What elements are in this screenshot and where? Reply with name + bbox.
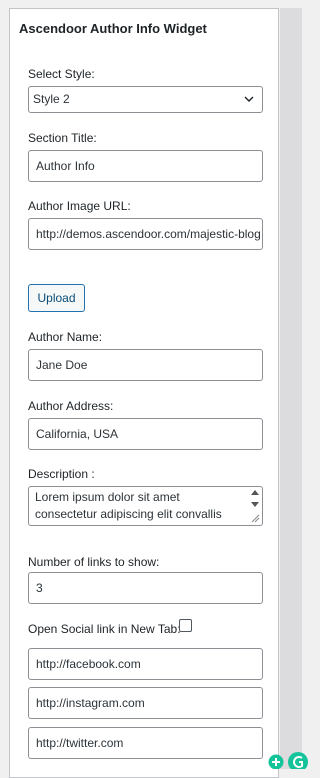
social-link-input[interactable]: http://facebook.com — [28, 648, 263, 680]
style-select-value: Style 2 — [33, 92, 70, 106]
description-label: Description : — [28, 467, 95, 481]
author-address-input[interactable]: California, USA — [28, 418, 263, 450]
style-select[interactable]: Style 2 — [28, 86, 263, 113]
social-link-input[interactable]: http://twitter.com — [28, 727, 263, 759]
links-count-label: Number of links to show: — [28, 555, 160, 569]
page-scrollbar[interactable] — [280, 8, 302, 769]
plus-circle-icon[interactable] — [268, 754, 284, 770]
social-link-input[interactable]: http://instagram.com — [28, 687, 263, 719]
select-style-label: Select Style: — [28, 67, 95, 81]
chevron-down-icon — [244, 96, 254, 102]
author-name-label: Author Name: — [28, 330, 103, 344]
author-address-label: Author Address: — [28, 399, 114, 413]
new-tab-label: Open Social link in New Tab: — [28, 622, 181, 636]
textarea-scrollbar[interactable] — [250, 489, 260, 523]
new-tab-checkbox[interactable] — [179, 619, 192, 632]
author-image-url-label: Author Image URL: — [28, 199, 131, 213]
section-title-input[interactable]: Author Info — [28, 150, 263, 182]
section-title-label: Section Title: — [28, 131, 97, 145]
widget-title: Ascendoor Author Info Widget — [19, 21, 207, 36]
widget-panel: Ascendoor Author Info Widget Select Styl… — [9, 8, 279, 778]
description-textarea[interactable]: Lorem ipsum dolor sit amet consectetur a… — [28, 486, 263, 526]
author-image-url-input[interactable]: http://demos.ascendoor.com/majestic-blog — [28, 218, 263, 250]
grammarly-icon[interactable] — [288, 752, 308, 769]
author-name-input[interactable]: Jane Doe — [28, 349, 263, 381]
floating-icons — [268, 752, 308, 770]
description-text: Lorem ipsum dolor sit amet consectetur a… — [35, 490, 222, 521]
links-count-input[interactable]: 3 — [28, 572, 263, 604]
upload-button[interactable]: Upload — [28, 284, 85, 312]
